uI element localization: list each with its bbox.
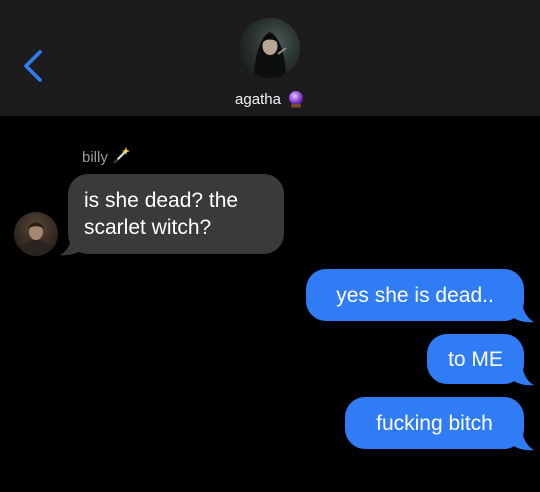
chevron-left-icon xyxy=(24,50,42,82)
sender-name: billy xyxy=(82,148,108,166)
crystal-ball-icon xyxy=(287,90,305,108)
message-bubble-outgoing[interactable]: fucking bitch xyxy=(345,397,524,449)
message-text: fucking bitch xyxy=(376,411,493,435)
message-text: yes she is dead.. xyxy=(336,283,494,307)
message-bubble-incoming[interactable]: is she dead? the scarlet witch? xyxy=(68,174,284,254)
conversation-header: agatha xyxy=(0,0,540,116)
contact-name: agatha xyxy=(235,90,281,108)
message-text: is she dead? the scarlet witch? xyxy=(84,189,239,239)
contact-avatar[interactable] xyxy=(240,18,300,78)
magic-wand-icon xyxy=(112,146,130,168)
back-button[interactable] xyxy=(20,48,48,84)
message-bubble-outgoing[interactable]: yes she is dead.. xyxy=(306,269,524,321)
contact-photo xyxy=(254,32,287,78)
message-text: to ME xyxy=(448,347,503,371)
contact-name-row[interactable]: agatha xyxy=(0,90,540,108)
sender-name-label: billy xyxy=(82,146,130,168)
sender-photo xyxy=(20,222,52,256)
message-bubble-outgoing[interactable]: to ME xyxy=(427,334,524,384)
sender-avatar[interactable] xyxy=(14,212,58,256)
